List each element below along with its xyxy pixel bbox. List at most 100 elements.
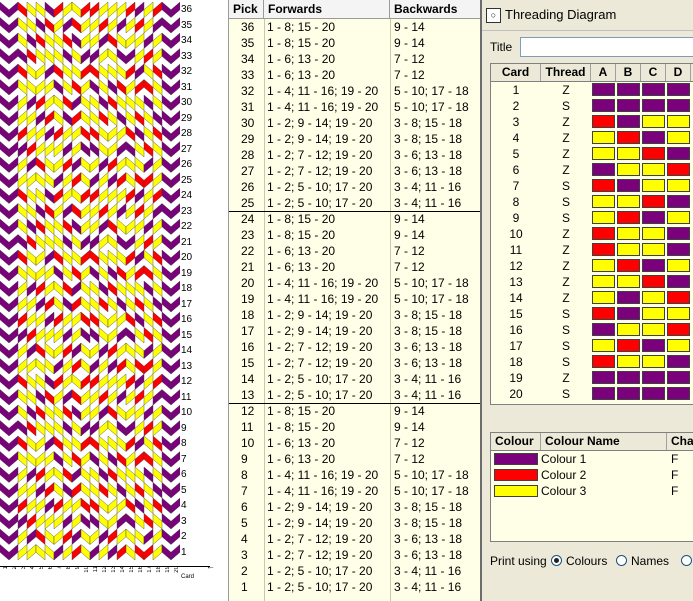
pick-row[interactable]: 10 1 - 6; 13 - 20 7 - 12 (229, 435, 481, 451)
pick-row[interactable]: 30 1 - 2; 9 - 14; 19 - 20 3 - 8; 15 - 18 (229, 115, 481, 131)
hole-d-colour-cell[interactable] (667, 147, 690, 160)
hole-d-colour-cell[interactable] (667, 371, 690, 384)
pick-table[interactable]: Pick Forwards Backwards 36 1 - 8; 15 - 20… (228, 0, 481, 601)
card-row[interactable]: 20 S (491, 386, 693, 402)
hole-c-colour-cell[interactable] (642, 195, 665, 208)
hole-d-colour-cell[interactable] (667, 99, 690, 112)
hole-d-colour-cell[interactable] (667, 227, 690, 240)
pick-row[interactable]: 22 1 - 6; 13 - 20 7 - 12 (229, 243, 481, 259)
hole-a-colour-cell[interactable] (592, 387, 615, 400)
pick-row[interactable]: 13 1 - 2; 5 - 10; 17 - 20 3 - 4; 11 - 16 (229, 387, 481, 403)
pick-row[interactable]: 18 1 - 2; 9 - 14; 19 - 20 3 - 8; 15 - 18 (229, 307, 481, 323)
card-row[interactable]: 15 S (491, 306, 693, 322)
pick-row[interactable]: 24 1 - 8; 15 - 20 9 - 14 (229, 211, 481, 227)
thread-direction[interactable]: Z (541, 226, 591, 242)
hole-c-colour-cell[interactable] (642, 307, 665, 320)
colour-table[interactable]: Colour Colour Name Character Colour 1FCo… (490, 432, 693, 542)
hole-b-colour-cell[interactable] (617, 259, 640, 272)
hole-c-colour-cell[interactable] (642, 387, 665, 400)
hole-a-colour-cell[interactable] (592, 291, 615, 304)
pick-row[interactable]: 20 1 - 4; 11 - 16; 19 - 20 5 - 10; 17 - 18 (229, 275, 481, 291)
thread-direction[interactable]: Z (541, 114, 591, 130)
hole-a-colour-cell[interactable] (592, 147, 615, 160)
print-names-radio[interactable] (616, 555, 627, 566)
backwards-column-header[interactable]: Backwards (390, 0, 481, 18)
card-row[interactable]: 5Z (491, 146, 693, 162)
hole-b-colour-cell[interactable] (617, 195, 640, 208)
hole-b-colour-cell[interactable] (617, 163, 640, 176)
print-characters-radio[interactable] (681, 555, 692, 566)
hole-c-colour-cell[interactable] (642, 99, 665, 112)
hole-c-colour-cell[interactable] (642, 211, 665, 224)
card-row[interactable]: 16 S (491, 322, 693, 338)
colour-row[interactable]: Colour 1 F (491, 451, 693, 467)
hole-a-colour-cell[interactable] (592, 275, 615, 288)
hole-b-colour-cell[interactable] (617, 115, 640, 128)
hole-d-colour-cell[interactable] (667, 339, 690, 352)
hole-a-colour-cell[interactable] (592, 83, 615, 96)
hole-d-colour-cell[interactable] (667, 195, 690, 208)
title-input[interactable] (520, 37, 693, 57)
card-row[interactable]: 3Z (491, 114, 693, 130)
card-row[interactable]: 19 Z (491, 370, 693, 386)
thread-direction[interactable]: S (541, 386, 591, 402)
card-row[interactable]: 7S (491, 178, 693, 194)
pick-row[interactable]: 6 1 - 2; 9 - 14; 19 - 20 3 - 8; 15 - 18 (229, 499, 481, 515)
hole-a-colour-cell[interactable] (592, 243, 615, 256)
print-names-label[interactable]: Names (631, 554, 669, 568)
hole-c-colour-cell[interactable] (642, 355, 665, 368)
hole-b-colour-cell[interactable] (617, 83, 640, 96)
colour-swatch[interactable] (494, 453, 538, 465)
pick-row[interactable]: 23 1 - 8; 15 - 20 9 - 14 (229, 227, 481, 243)
hole-a-colour-cell[interactable] (592, 131, 615, 144)
hole-a-colour-cell[interactable] (592, 259, 615, 272)
hole-d-colour-cell[interactable] (667, 323, 690, 336)
hole-b-colour-cell[interactable] (617, 99, 640, 112)
thread-direction[interactable]: Z (541, 146, 591, 162)
hole-c-colour-cell[interactable] (642, 83, 665, 96)
print-colours-label[interactable]: Colours (566, 554, 607, 568)
hole-b-colour-cell[interactable] (617, 227, 640, 240)
pick-row[interactable]: 11 1 - 8; 15 - 20 9 - 14 (229, 419, 481, 435)
hole-c-colour-cell[interactable] (642, 291, 665, 304)
colour-row[interactable]: Colour 2 F (491, 467, 693, 483)
thread-direction[interactable]: S (541, 354, 591, 370)
thread-direction[interactable]: S (541, 194, 591, 210)
thread-direction[interactable]: Z (541, 258, 591, 274)
hole-d-colour-cell[interactable] (667, 211, 690, 224)
hole-d-colour-cell[interactable] (667, 115, 690, 128)
hole-b-colour-cell[interactable] (617, 243, 640, 256)
hole-a-colour-cell[interactable] (592, 195, 615, 208)
card-row[interactable]: 13 Z (491, 274, 693, 290)
thread-direction[interactable]: S (541, 178, 591, 194)
colour-row[interactable]: Colour 3 F (491, 483, 693, 499)
pick-row[interactable]: 2 1 - 2; 5 - 10; 17 - 20 3 - 4; 11 - 16 (229, 563, 481, 579)
hole-a-colour-cell[interactable] (592, 211, 615, 224)
thread-direction[interactable]: S (541, 98, 591, 114)
hole-b-colour-cell[interactable] (617, 307, 640, 320)
pick-row[interactable]: 14 1 - 2; 5 - 10; 17 - 20 3 - 4; 11 - 16 (229, 371, 481, 387)
pick-row[interactable]: 9 1 - 6; 13 - 20 7 - 12 (229, 451, 481, 467)
hole-d-colour-cell[interactable] (667, 259, 690, 272)
pick-row[interactable]: 33 1 - 6; 13 - 20 7 - 12 (229, 67, 481, 83)
pick-row[interactable]: 21 1 - 6; 13 - 20 7 - 12 (229, 259, 481, 275)
hole-c-colour-cell[interactable] (642, 371, 665, 384)
thread-direction[interactable]: S (541, 338, 591, 354)
pick-row[interactable]: 3 1 - 2; 7 - 12; 19 - 20 3 - 6; 13 - 18 (229, 547, 481, 563)
pick-row[interactable]: 32 1 - 4; 11 - 16; 19 - 20 5 - 10; 17 - 18 (229, 83, 481, 99)
pick-row[interactable]: 28 1 - 2; 7 - 12; 19 - 20 3 - 6; 13 - 18 (229, 147, 481, 163)
hole-c-colour-cell[interactable] (642, 163, 665, 176)
thread-direction[interactable]: Z (541, 274, 591, 290)
card-row[interactable]: 2S (491, 98, 693, 114)
hole-b-colour-cell[interactable] (617, 211, 640, 224)
hole-a-colour-cell[interactable] (592, 323, 615, 336)
thread-direction[interactable]: Z (541, 130, 591, 146)
thread-direction[interactable]: S (541, 306, 591, 322)
thread-direction[interactable]: Z (541, 370, 591, 386)
hole-b-colour-cell[interactable] (617, 387, 640, 400)
print-colours-radio[interactable] (551, 555, 562, 566)
forwards-column-header[interactable]: Forwards (264, 0, 390, 18)
colour-swatch[interactable] (494, 469, 538, 481)
thread-direction[interactable]: Z (541, 82, 591, 98)
hole-c-colour-cell[interactable] (642, 259, 665, 272)
